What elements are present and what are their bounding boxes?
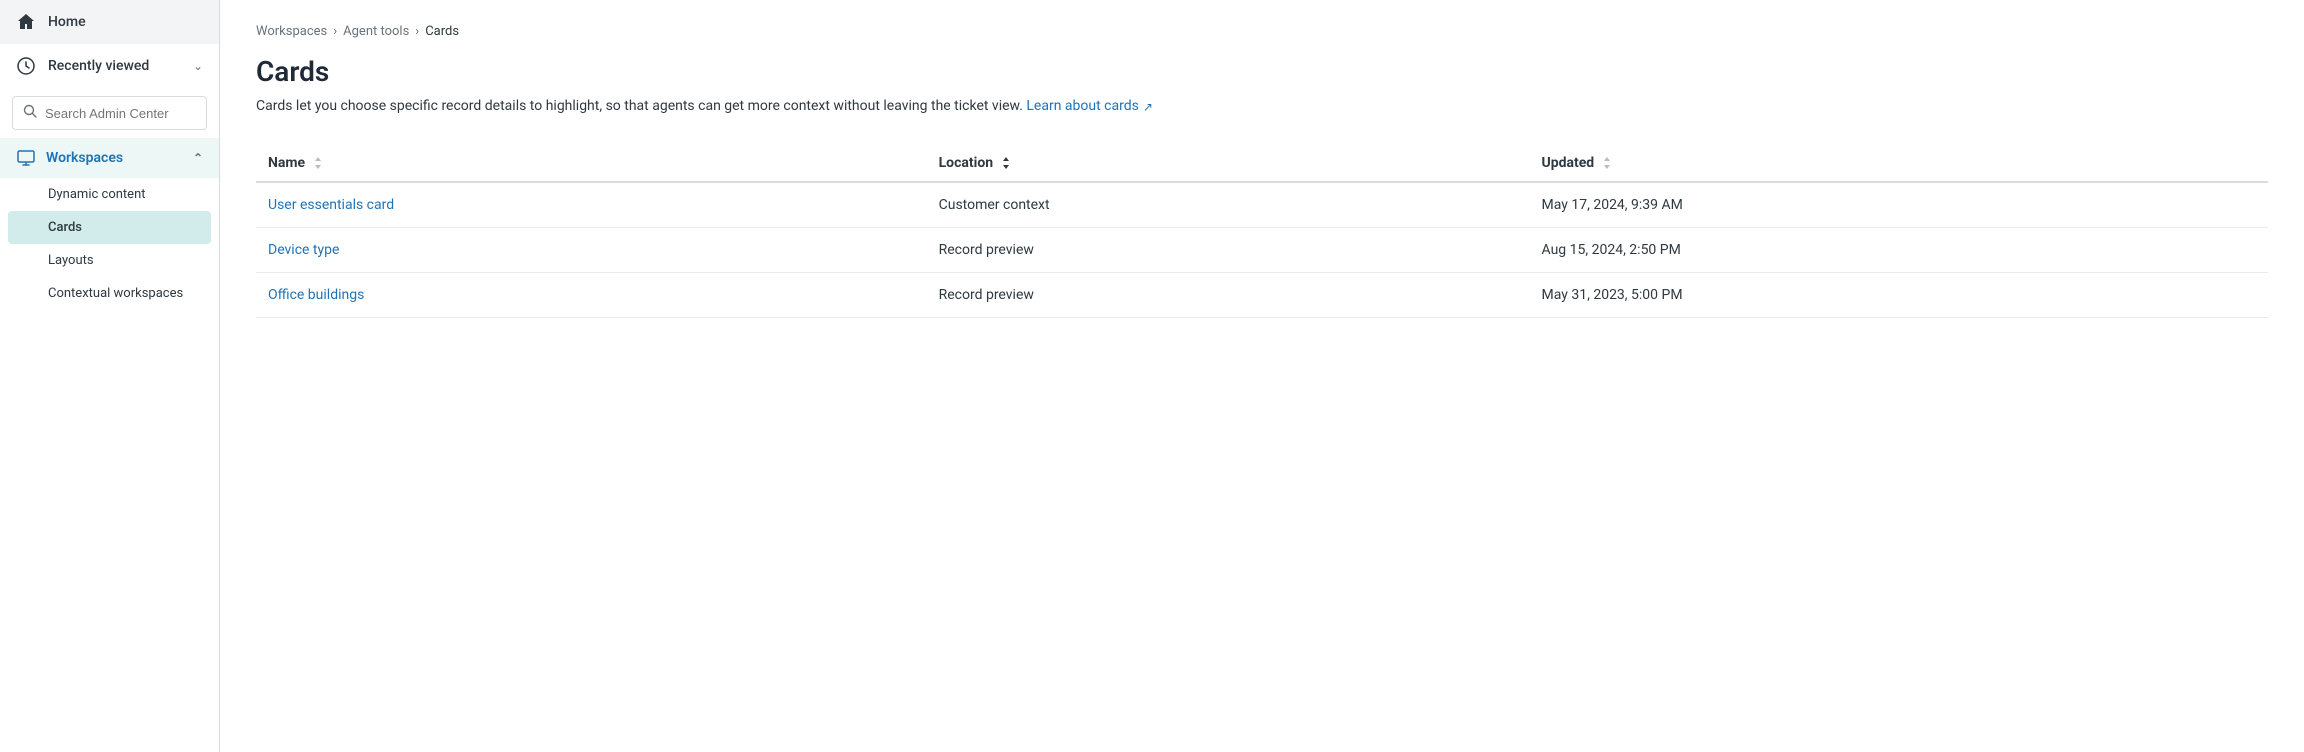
- workspaces-label: Workspaces: [46, 150, 123, 166]
- col-header-name[interactable]: Name: [256, 145, 927, 182]
- table-cell-location: Record preview: [927, 273, 1530, 318]
- external-link-icon: ↗: [1143, 98, 1153, 116]
- home-label: Home: [48, 14, 86, 30]
- table-cell-updated: May 17, 2024, 9:39 AM: [1530, 182, 2268, 228]
- clock-icon: [16, 56, 36, 76]
- sort-icon-location: [1001, 156, 1011, 170]
- page-title: Cards: [256, 55, 2268, 88]
- chevron-down-icon: ⌄: [193, 59, 203, 73]
- sidebar-section-workspaces[interactable]: Workspaces ⌃: [0, 138, 219, 178]
- sort-icon-updated: [1602, 156, 1612, 170]
- sidebar-item-cards[interactable]: Cards: [8, 211, 211, 244]
- sidebar-item-home[interactable]: Home: [0, 0, 219, 44]
- table-cell-name: Device type: [256, 228, 927, 273]
- table-row: User essentials card Customer contextMay …: [256, 182, 2268, 228]
- recently-viewed-label: Recently viewed: [48, 58, 149, 74]
- table-cell-name: Office buildings: [256, 273, 927, 318]
- table-cell-updated: Aug 15, 2024, 2:50 PM: [1530, 228, 2268, 273]
- search-icon: [23, 104, 37, 122]
- sidebar-sub-nav: Dynamic content Cards Layouts Contextual…: [0, 178, 219, 310]
- col-header-updated[interactable]: Updated: [1530, 145, 2268, 182]
- sidebar-item-contextual-workspaces[interactable]: Contextual workspaces: [0, 277, 219, 310]
- table-row: Device type Record previewAug 15, 2024, 2…: [256, 228, 2268, 273]
- card-name-link[interactable]: User essentials card: [268, 197, 394, 213]
- breadcrumb-cards: Cards: [425, 24, 459, 39]
- page-description: Cards let you choose specific record det…: [256, 96, 2268, 117]
- breadcrumb-sep-1: ›: [333, 24, 337, 39]
- cards-table: Name Location: [256, 145, 2268, 318]
- table-body: User essentials card Customer contextMay …: [256, 182, 2268, 318]
- breadcrumb-sep-2: ›: [415, 24, 419, 39]
- table-cell-location: Record preview: [927, 228, 1530, 273]
- sidebar-item-layouts[interactable]: Layouts: [0, 244, 219, 277]
- breadcrumb-agent-tools[interactable]: Agent tools: [343, 24, 409, 39]
- table-header-row: Name Location: [256, 145, 2268, 182]
- home-icon: [16, 12, 36, 32]
- search-input[interactable]: [45, 106, 196, 121]
- table-row: Office buildings Record previewMay 31, 20…: [256, 273, 2268, 318]
- card-name-link[interactable]: Device type: [268, 242, 339, 258]
- table-cell-location: Customer context: [927, 182, 1530, 228]
- monitor-icon: [16, 148, 36, 168]
- card-name-link[interactable]: Office buildings: [268, 287, 364, 303]
- chevron-up-icon: ⌃: [193, 151, 203, 165]
- col-header-location[interactable]: Location: [927, 145, 1530, 182]
- learn-about-cards-link[interactable]: Learn about cards ↗: [1026, 96, 1153, 117]
- breadcrumb-workspaces[interactable]: Workspaces: [256, 24, 327, 39]
- table-cell-updated: May 31, 2023, 5:00 PM: [1530, 273, 2268, 318]
- main-content: Workspaces › Agent tools › Cards Cards C…: [220, 0, 2304, 752]
- sort-icon-name: [313, 156, 323, 170]
- sidebar-item-recently-viewed[interactable]: Recently viewed ⌄: [0, 44, 219, 88]
- breadcrumb: Workspaces › Agent tools › Cards: [256, 24, 2268, 39]
- cards-table-container: Name Location: [256, 145, 2268, 318]
- sidebar-item-dynamic-content[interactable]: Dynamic content: [0, 178, 219, 211]
- sidebar: Home Recently viewed ⌄: [0, 0, 220, 752]
- table-cell-name: User essentials card: [256, 182, 927, 228]
- search-box[interactable]: [12, 96, 207, 130]
